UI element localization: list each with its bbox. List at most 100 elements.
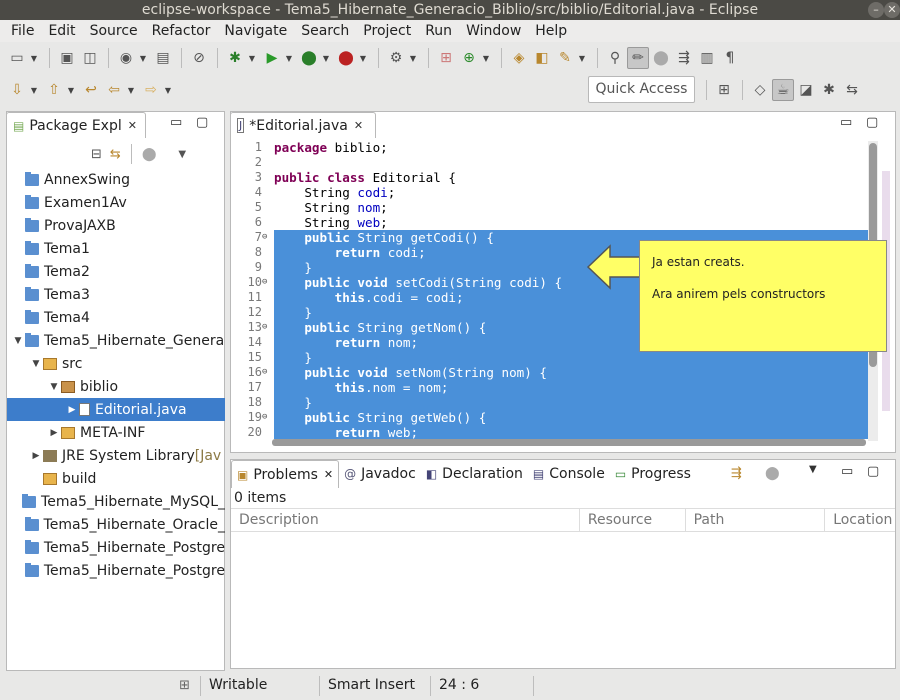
fold-toggle-icon[interactable]: ⊖ xyxy=(262,275,272,290)
toggle-word-wrap-icon[interactable]: ▥ xyxy=(696,47,718,69)
collapsed-chevron-icon[interactable]: ▶ xyxy=(65,405,79,415)
menu-search[interactable]: Search xyxy=(294,20,356,42)
quick-access-field[interactable]: Quick Access xyxy=(588,76,695,103)
back-icon[interactable]: ⇦ xyxy=(103,79,125,101)
fold-toggle-icon[interactable]: ⊖ xyxy=(262,230,272,245)
tree-item[interactable]: Tema1 xyxy=(7,237,225,260)
code-line[interactable]: 15 } xyxy=(232,350,868,365)
tree-item[interactable]: ▼ src xyxy=(7,352,225,375)
run-dropdown-icon[interactable]: ▼ xyxy=(284,47,294,69)
save-icon[interactable]: ▣ xyxy=(56,47,78,69)
column-location[interactable]: Location xyxy=(825,509,895,532)
menu-help[interactable]: Help xyxy=(528,20,574,42)
back-dropdown-icon[interactable]: ▼ xyxy=(126,79,136,101)
block-select-icon[interactable]: ⬤ xyxy=(650,47,672,69)
column-resource[interactable]: Resource xyxy=(580,509,686,532)
collapsed-chevron-icon[interactable]: ▶ xyxy=(29,451,43,461)
configure-contents-icon[interactable]: ⇶ xyxy=(731,466,742,481)
close-icon[interactable]: ✕ xyxy=(128,119,137,132)
code-line[interactable]: 17 this.nom = nom; xyxy=(232,380,868,395)
external-tools-icon[interactable]: ⬤ xyxy=(335,47,357,69)
menu-source[interactable]: Source xyxy=(83,20,145,42)
terminal-icon[interactable]: ▤ xyxy=(152,47,174,69)
menu-window[interactable]: Window xyxy=(459,20,528,42)
java-ee-perspective-icon[interactable]: ◇ xyxy=(749,79,771,101)
maximize-editor-icon[interactable]: ▢ xyxy=(866,115,878,130)
editor-horizontal-scrollbar[interactable] xyxy=(272,439,866,446)
open-perspective-icon[interactable]: ⊞ xyxy=(713,79,735,101)
menu-project[interactable]: Project xyxy=(356,20,418,42)
minimize-icon[interactable]: – xyxy=(868,2,884,18)
expanded-chevron-icon[interactable]: ▼ xyxy=(29,359,43,369)
tree-item[interactable]: ▶ JRE System Library [Jav xyxy=(7,444,225,467)
forward-dropdown-icon[interactable]: ▼ xyxy=(163,79,173,101)
new-java-package-icon[interactable]: ⊞ xyxy=(435,47,457,69)
coverage-dropdown-icon[interactable]: ▼ xyxy=(321,47,331,69)
tab-console[interactable]: ▤ Console xyxy=(528,460,610,488)
code-line[interactable]: 16 ⊖ public void setNom(String nom) { xyxy=(232,365,868,380)
collapsed-chevron-icon[interactable]: ▶ xyxy=(47,428,61,438)
focus-task-icon[interactable]: ⬤ xyxy=(142,147,157,162)
menu-navigate[interactable]: Navigate xyxy=(217,20,294,42)
maximize-view-icon[interactable]: ▢ xyxy=(867,464,879,479)
view-menu-icon[interactable]: ▼ xyxy=(178,149,186,160)
minimize-view-icon[interactable]: ▭ xyxy=(841,464,853,479)
menu-run[interactable]: Run xyxy=(418,20,459,42)
menu-edit[interactable]: Edit xyxy=(41,20,82,42)
column-description[interactable]: Description xyxy=(231,509,580,532)
tree-item[interactable]: ▼ Tema5_Hibernate_Genera xyxy=(7,329,225,352)
jpa-perspective-icon[interactable]: ◪ xyxy=(795,79,817,101)
tab-problems[interactable]: ▣ Problems ✕ xyxy=(231,460,340,488)
column-path[interactable]: Path xyxy=(686,509,826,532)
pin-icon[interactable]: ⚲ xyxy=(604,47,626,69)
tree-item[interactable]: ▶ Editorial.java xyxy=(7,398,225,421)
tab-editorial-java[interactable]: J *Editorial.java ✕ xyxy=(230,112,376,138)
new-dropdown-icon[interactable]: ▼ xyxy=(29,47,39,69)
forward-icon[interactable]: ⇨ xyxy=(140,79,162,101)
menu-refactor[interactable]: Refactor xyxy=(145,20,218,42)
tree-item[interactable]: Examen1Av xyxy=(7,191,225,214)
last-edit-icon[interactable]: ↩ xyxy=(80,79,102,101)
run-icon[interactable]: ▶ xyxy=(261,47,283,69)
focus-icon[interactable]: ⬤ xyxy=(765,466,780,481)
coverage-icon[interactable]: ⬤ xyxy=(298,47,320,69)
paragraph-icon[interactable]: ¶ xyxy=(719,47,741,69)
external-tools-dropdown-icon[interactable]: ▼ xyxy=(358,47,368,69)
minimize-view-icon[interactable]: ▭ xyxy=(170,115,182,130)
git-perspective-icon[interactable]: ⇆ xyxy=(841,79,863,101)
code-line[interactable]: 5 String nom; xyxy=(232,200,868,215)
tree-item[interactable]: Tema4 xyxy=(7,306,225,329)
search-dropdown-icon[interactable]: ▼ xyxy=(577,47,587,69)
code-line[interactable]: 18 } xyxy=(232,395,868,410)
next-annotation-icon[interactable]: ⇩ xyxy=(6,79,28,101)
debug-icon[interactable]: ✱ xyxy=(224,47,246,69)
profile-icon[interactable]: ◉ xyxy=(115,47,137,69)
link-with-editor-icon[interactable]: ⇆ xyxy=(110,147,121,162)
close-icon[interactable]: ✕ xyxy=(324,468,333,481)
expanded-chevron-icon[interactable]: ▼ xyxy=(47,382,61,392)
tree-item[interactable]: Tema5_Hibernate_MySQL_ xyxy=(7,490,225,513)
open-folder-icon[interactable]: ◧ xyxy=(531,47,553,69)
code-line[interactable]: 19 ⊖ public String getWeb() { xyxy=(232,410,868,425)
code-line[interactable]: 2 xyxy=(232,155,868,170)
code-line[interactable]: 1 package biblio; xyxy=(232,140,868,155)
code-line[interactable]: 6 String web; xyxy=(232,215,868,230)
status-icon[interactable]: ⊞ xyxy=(0,678,200,693)
new-icon[interactable]: ▭ xyxy=(6,47,28,69)
tree-item[interactable]: ▼ biblio xyxy=(7,375,225,398)
tree-item[interactable]: build xyxy=(7,467,225,490)
debug-perspective-icon[interactable]: ✱ xyxy=(818,79,840,101)
code-line[interactable]: 3 public class Editorial { xyxy=(232,170,868,185)
search-icon[interactable]: ✎ xyxy=(554,47,576,69)
show-whitespace-icon[interactable]: ⇶ xyxy=(673,47,695,69)
server-icon[interactable]: ⚙ xyxy=(385,47,407,69)
previous-annotation-icon[interactable]: ⇧ xyxy=(43,79,65,101)
fold-toggle-icon[interactable]: ⊖ xyxy=(262,320,272,335)
profile-dropdown-icon[interactable]: ▼ xyxy=(138,47,148,69)
new-java-class-icon[interactable]: ⊕ xyxy=(458,47,480,69)
tab-javadoc[interactable]: @ Javadoc xyxy=(339,460,421,488)
tree-item[interactable]: Tema5_Hibernate_Postgre xyxy=(7,536,225,559)
expanded-chevron-icon[interactable]: ▼ xyxy=(11,336,25,346)
debug-dropdown-icon[interactable]: ▼ xyxy=(247,47,257,69)
next-annotation-dropdown-icon[interactable]: ▼ xyxy=(29,79,39,101)
